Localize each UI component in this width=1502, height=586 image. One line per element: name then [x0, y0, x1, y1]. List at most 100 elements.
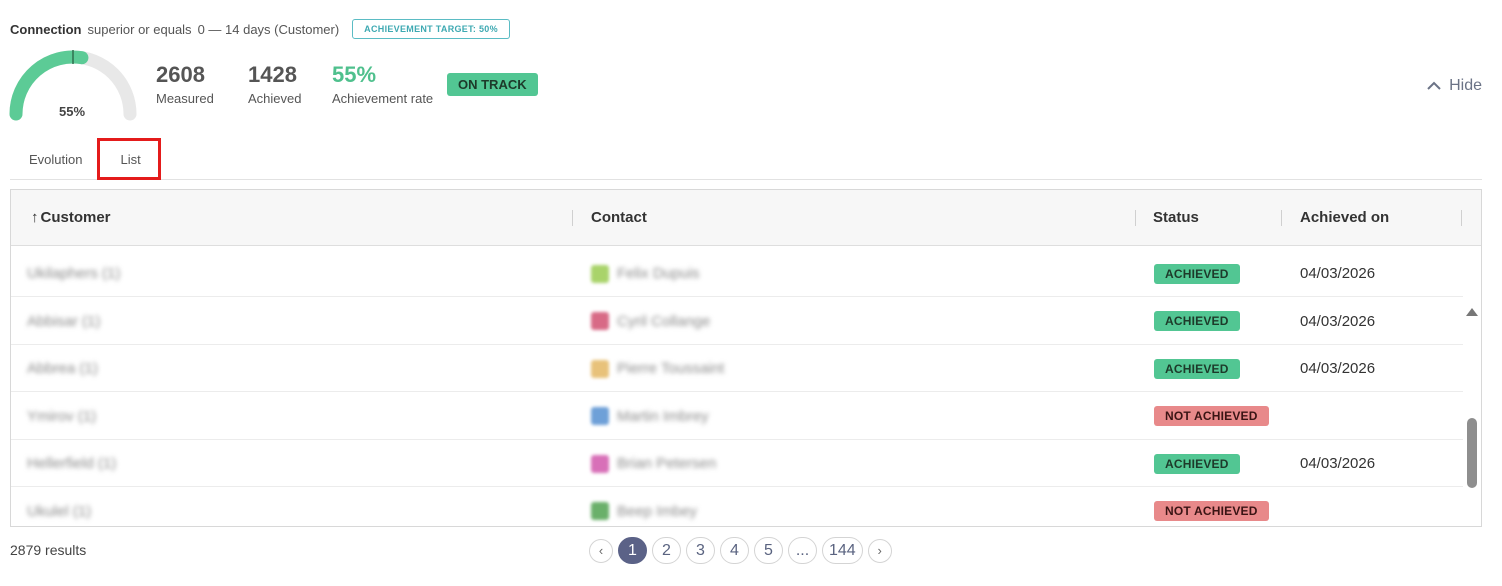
tab-list[interactable]: List: [101, 141, 159, 179]
status-badge: ACHIEVED: [1154, 453, 1240, 474]
metric-operator: superior or equals: [87, 21, 192, 37]
column-header-achieved-on[interactable]: Achieved on: [1300, 190, 1389, 246]
cell-customer[interactable]: Ymirov (1): [27, 393, 96, 440]
table-row[interactable]: Abbisar (1) Cyril Collange ACHIEVED 04/0…: [11, 298, 1463, 345]
pagination-page-2[interactable]: 2: [652, 537, 681, 564]
scrollbar-thumb[interactable]: [1467, 418, 1477, 488]
metric-header: Connection superior or equals 0 — 14 day…: [10, 19, 510, 39]
scroll-up-arrow-icon[interactable]: [1466, 308, 1478, 316]
cell-achieved-on: 04/03/2026: [1300, 312, 1376, 330]
cell-contact[interactable]: Martin Imbrey: [591, 393, 709, 440]
status-badge: ACHIEVED: [1154, 263, 1240, 284]
pagination-page-5[interactable]: 5: [754, 537, 783, 564]
vertical-scrollbar[interactable]: [1463, 302, 1481, 526]
kpi-measured-label: Measured: [156, 91, 214, 106]
column-separator[interactable]: [1135, 210, 1136, 226]
contact-avatar: [591, 502, 609, 520]
pagination-prev-button[interactable]: ‹: [589, 538, 613, 563]
cell-customer[interactable]: Abbrea (1): [27, 345, 98, 392]
hide-label: Hide: [1449, 77, 1482, 94]
status-badge: NOT ACHIEVED: [1154, 406, 1269, 426]
cell-status: ACHIEVED: [1154, 250, 1240, 297]
status-badge: ACHIEVED: [1154, 358, 1240, 379]
cell-status: NOT ACHIEVED: [1154, 488, 1269, 527]
customer-name: Ymirov (1): [27, 407, 97, 425]
kpi-achievement-rate: 55% Achievement rate: [332, 62, 433, 106]
customer-name: Abbisar (1): [27, 312, 101, 330]
contact-avatar: [591, 407, 609, 425]
column-separator[interactable]: [572, 210, 573, 226]
contact-name: Felix Dupuis: [617, 265, 700, 282]
chevron-up-icon: [1427, 81, 1441, 90]
tab-evolution[interactable]: Evolution: [10, 141, 101, 179]
contact-name: Cyril Collange: [617, 312, 711, 330]
cell-achieved-on: 04/03/2026: [1300, 265, 1376, 282]
customer-name: Ukulel (1): [27, 502, 92, 520]
cell-status: ACHIEVED: [1154, 440, 1240, 487]
view-tabs: Evolution List: [10, 141, 1482, 180]
table-row[interactable]: Ukulel (1) Beep Imbey NOT ACHIEVED: [11, 488, 1463, 527]
contact-avatar: [591, 264, 609, 283]
table-body: Ukulel (1) Beep Imbey NOT ACHIEVED Helle…: [11, 246, 1481, 527]
cell-status: ACHIEVED: [1154, 298, 1240, 345]
contact-name: Pierre Toussaint: [617, 360, 725, 377]
pagination-page-3[interactable]: 3: [686, 537, 715, 564]
pagination-page-1[interactable]: 1: [618, 537, 647, 564]
table-header: ↑ Customer Contact Status Achieved on: [11, 190, 1481, 246]
achievement-target-badge: ACHIEVEMENT TARGET: 50%: [352, 19, 510, 39]
cell-achieved-on: 04/03/2026: [1300, 360, 1376, 377]
table-row[interactable]: Abbrea (1) Pierre Toussaint ACHIEVED 04/…: [11, 345, 1463, 392]
contact-avatar: [591, 359, 609, 378]
table-row[interactable]: Ukilaphers (1) Felix Dupuis ACHIEVED 04/…: [11, 250, 1463, 297]
cell-contact[interactable]: Cyril Collange: [591, 298, 710, 345]
hide-button[interactable]: Hide: [1427, 77, 1482, 95]
contact-avatar: [591, 454, 609, 473]
kpi-achieved-label: Achieved: [248, 91, 302, 106]
cell-contact[interactable]: Brian Petersen: [591, 440, 716, 487]
status-badge: ACHIEVED: [1154, 311, 1240, 331]
customer-name: Ukilaphers (1): [27, 265, 121, 282]
customer-name: Abbrea (1): [27, 360, 98, 377]
gauge-percent: 55%: [58, 104, 86, 119]
customer-name: Hellerfield (1): [27, 455, 117, 472]
kpi-achieved-value: 1428: [248, 62, 297, 87]
table-row[interactable]: Ymirov (1) Martin Imbrey NOT ACHIEVED: [11, 393, 1463, 440]
contact-name: Martin Imbrey: [617, 407, 709, 425]
contact-name: Brian Petersen: [617, 455, 717, 472]
results-count: 2879 results: [10, 542, 87, 558]
pagination-page-144[interactable]: 144: [822, 537, 863, 564]
cell-customer[interactable]: Hellerfield (1): [27, 440, 116, 487]
metric-range: 0 — 14 days (Customer): [197, 21, 340, 37]
status-badge: NOT ACHIEVED: [1154, 501, 1269, 521]
kpi-rate-label: Achievement rate: [332, 91, 434, 106]
table-row[interactable]: Hellerfield (1) Brian Petersen ACHIEVED …: [11, 440, 1463, 487]
kpi-measured-value: 2608: [156, 62, 205, 87]
pagination: ‹ 1 2 3 4 5... 144 ›: [589, 537, 892, 564]
column-header-customer[interactable]: ↑ Customer: [31, 190, 111, 246]
contact-name: Beep Imbey: [617, 502, 698, 520]
cell-customer[interactable]: Ukilaphers (1): [27, 250, 120, 297]
cell-contact[interactable]: Pierre Toussaint: [591, 345, 724, 392]
sort-arrow-up-icon: ↑: [31, 209, 39, 226]
pagination-ellipsis[interactable]: ...: [788, 537, 817, 564]
pagination-next-button[interactable]: ›: [867, 538, 892, 563]
cell-customer[interactable]: Abbisar (1): [27, 298, 100, 345]
cell-customer[interactable]: Ukulel (1): [27, 488, 92, 527]
on-track-badge: ON TRACK: [447, 73, 538, 96]
column-separator[interactable]: [1281, 210, 1282, 226]
contact-avatar: [591, 312, 609, 330]
cell-contact[interactable]: Felix Dupuis: [591, 250, 700, 297]
kpi-achieved: 1428 Achieved: [248, 62, 301, 106]
cell-status: NOT ACHIEVED: [1154, 393, 1269, 440]
kpi-measured: 2608 Measured: [156, 62, 214, 106]
cell-status: ACHIEVED: [1154, 345, 1240, 392]
metric-name: Connection: [10, 21, 82, 37]
cell-achieved-on: 04/03/2026: [1300, 455, 1376, 472]
column-header-status[interactable]: Status: [1153, 190, 1199, 246]
pagination-page-4[interactable]: 4: [720, 537, 749, 564]
column-header-contact[interactable]: Contact: [591, 190, 647, 246]
column-separator[interactable]: [1461, 210, 1462, 226]
kpi-rate-value: 55%: [332, 62, 377, 87]
cell-contact[interactable]: Beep Imbey: [591, 488, 698, 527]
results-table: ↑ Customer Contact Status Achieved on Uku…: [10, 189, 1482, 527]
